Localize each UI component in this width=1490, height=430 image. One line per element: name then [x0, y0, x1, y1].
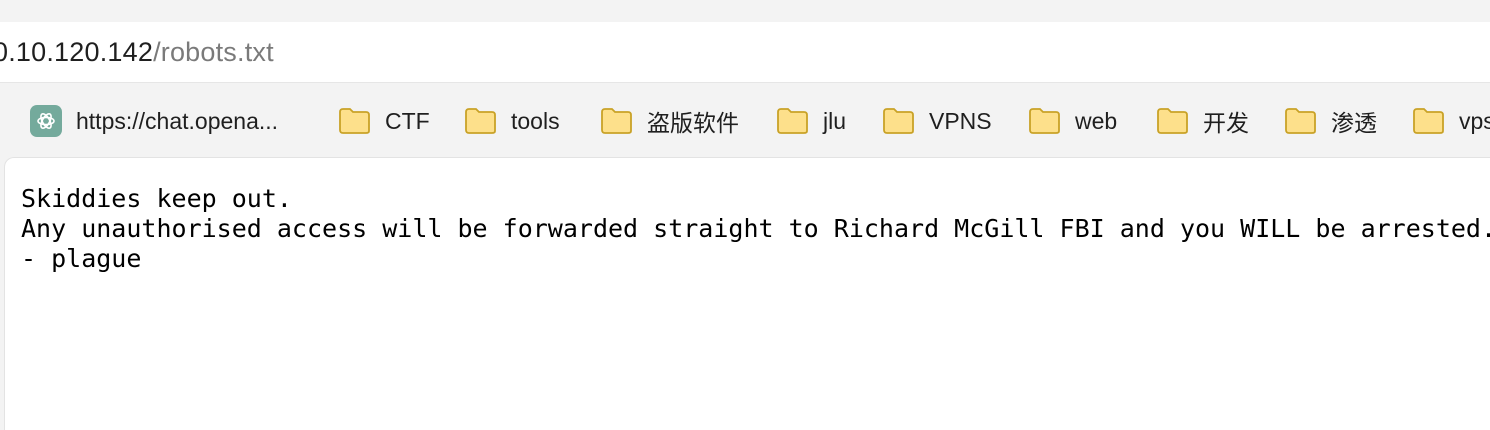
address-bar[interactable]: 0.10.120.142/robots.txt — [0, 22, 1490, 83]
folder-icon — [1157, 108, 1188, 134]
chatgpt-icon — [30, 105, 62, 137]
url-path: /robots.txt — [153, 36, 274, 67]
url-host: 0.10.120.142 — [0, 36, 154, 67]
bookmark-label: https://chat.opena... — [76, 107, 279, 134]
browser-window: 0.10.120.142/robots.txt https://chat.ope… — [0, 0, 1490, 430]
bookmark-label: 渗透 — [1331, 110, 1377, 136]
folder-icon — [601, 108, 632, 134]
bookmark-label: web — [1075, 107, 1118, 134]
bookmark-folder-jlu[interactable]: jlu — [776, 105, 846, 137]
folder-icon — [1029, 108, 1060, 134]
bookmark-folder-pentest[interactable]: 渗透 — [1284, 105, 1377, 137]
robots-line-1: Skiddies keep out. — [21, 184, 292, 213]
bookmark-label: tools — [511, 107, 560, 134]
folder-icon — [777, 108, 808, 134]
bookmark-folder-ctf[interactable]: CTF — [338, 105, 430, 137]
page-content: Skiddies keep out. Any unauthorised acce… — [4, 157, 1490, 430]
address-bar-url[interactable]: 0.10.120.142/robots.txt — [0, 37, 274, 68]
bookmark-chatgpt[interactable]: https://chat.opena... — [30, 105, 278, 137]
robots-txt-body: Skiddies keep out. Any unauthorised acce… — [21, 184, 1490, 274]
bookmark-label: VPNS — [929, 107, 992, 134]
bookmark-folder-web[interactable]: web — [1028, 105, 1117, 137]
bookmark-label: vps — [1459, 107, 1490, 134]
bookmark-folder-dev[interactable]: 开发 — [1156, 105, 1249, 137]
bookmark-label: 盗版软件 — [647, 110, 739, 136]
folder-icon — [339, 108, 370, 134]
robots-line-2: Any unauthorised access will be forwarde… — [21, 214, 1490, 243]
bookmarks-bar: https://chat.opena... CTF tools 盗版软件 jlu… — [0, 83, 1490, 157]
bookmark-label: jlu — [823, 107, 847, 134]
bookmark-label: 开发 — [1203, 110, 1249, 136]
bookmark-folder-tools[interactable]: tools — [464, 105, 560, 137]
bookmark-folder-vps[interactable]: vps — [1412, 105, 1490, 137]
bookmark-folder-pirated-software[interactable]: 盗版软件 — [600, 105, 739, 137]
folder-icon — [1285, 108, 1316, 134]
bookmark-label: CTF — [385, 107, 430, 134]
bookmark-folder-vpns[interactable]: VPNS — [882, 105, 992, 137]
folder-icon — [465, 108, 496, 134]
folder-icon — [883, 108, 914, 134]
robots-line-3: - plague — [21, 244, 142, 273]
folder-icon — [1413, 108, 1444, 134]
tab-strip — [0, 0, 1490, 22]
